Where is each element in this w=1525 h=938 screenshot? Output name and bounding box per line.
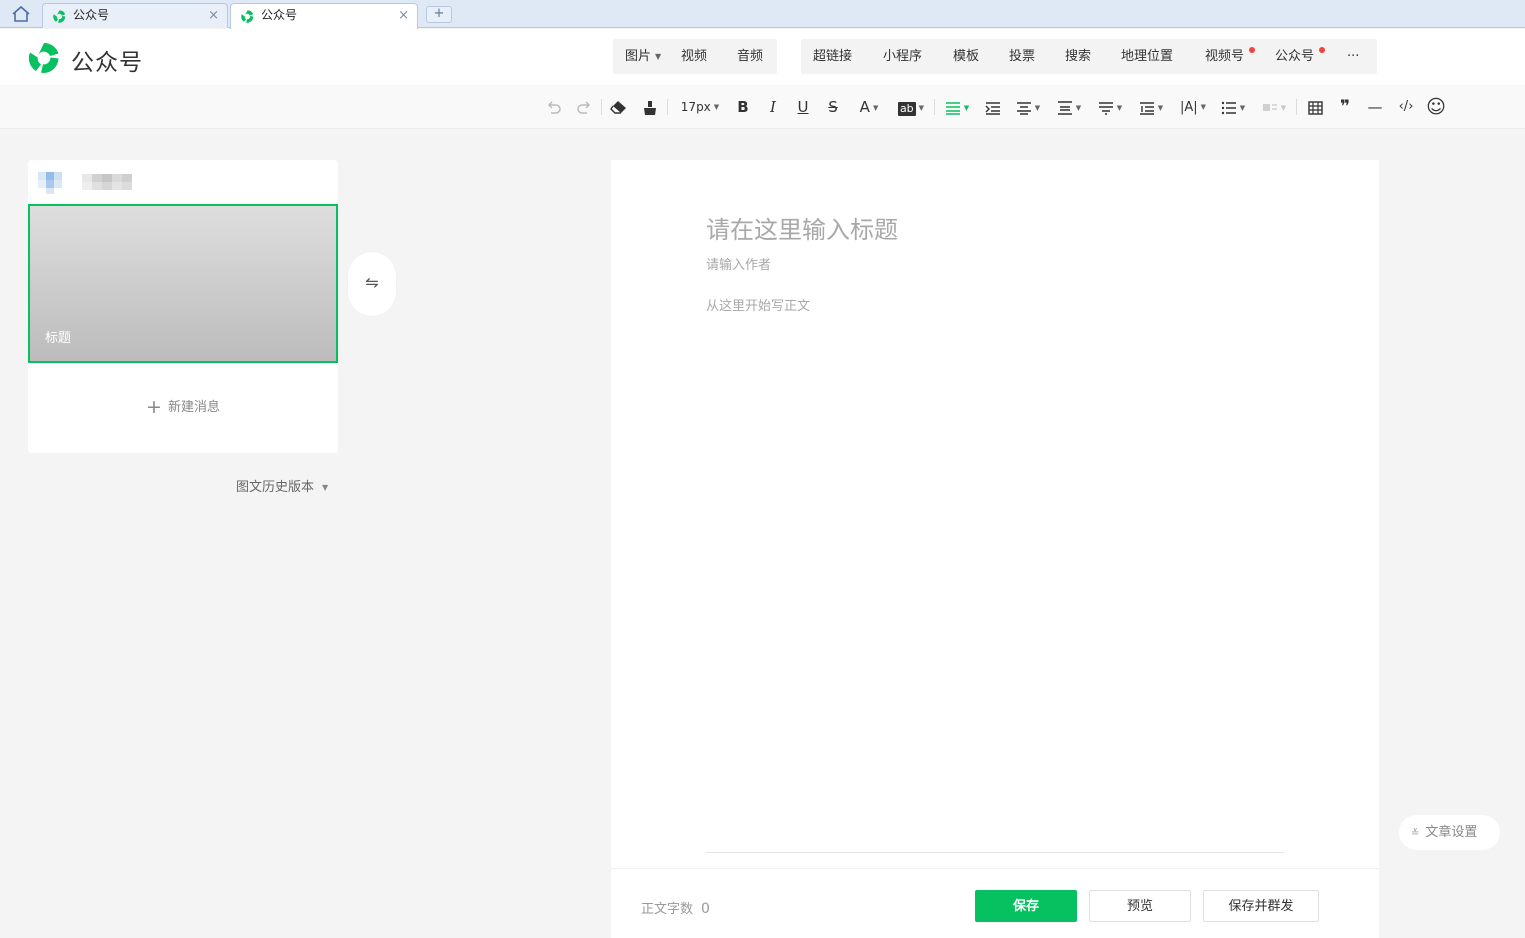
more-icon[interactable]: ···	[1347, 39, 1359, 74]
logo-icon	[27, 41, 61, 75]
chevron-down-icon: ▼	[872, 104, 879, 112]
highlight-color-button[interactable]: ab ▼	[895, 96, 927, 118]
text-indent-icon[interactable]: ▼	[1136, 96, 1166, 118]
clear-format-icon[interactable]	[608, 96, 630, 118]
chevron-down-icon: ▼	[1200, 103, 1207, 111]
letter-spacing-button[interactable]: |A| ▼	[1177, 96, 1209, 118]
footer-divider	[611, 868, 1379, 869]
wechat-mp-icon	[240, 9, 255, 24]
account-avatar-blurred	[32, 170, 144, 194]
new-badge-dot	[1249, 47, 1255, 53]
format-toolbar: 17px ▼ B I U S A ▼ ab ▼ ▼ ▼ ▼ ▼ ▼ |A| ▼ ▼ ▼ …	[0, 85, 1525, 129]
chevron-down-icon: ▼	[655, 52, 662, 61]
close-icon[interactable]: ×	[208, 4, 219, 27]
font-color-button[interactable]: A ▼	[854, 96, 884, 118]
insert-video-button[interactable]: 视频	[681, 39, 707, 74]
insert-image-button[interactable]: 图片 ▼	[625, 39, 661, 74]
format-painter-icon[interactable]	[640, 96, 660, 118]
insert-vote-button[interactable]: 投票	[1009, 39, 1035, 74]
undo-icon[interactable]	[544, 96, 564, 118]
chevron-down-icon: ▼	[918, 104, 925, 112]
editor-divider	[706, 852, 1284, 853]
chevron-down-icon: ▼	[322, 483, 329, 492]
title-input[interactable]: 请在这里输入标题	[706, 210, 898, 245]
cover-title: 标题	[45, 331, 72, 346]
chevron-down-icon: ▼	[1239, 104, 1246, 112]
font-size-select[interactable]: 17px ▼	[676, 96, 724, 118]
close-icon[interactable]: ×	[398, 4, 409, 27]
redo-icon[interactable]	[574, 96, 594, 118]
browser-tab-title: 公众号	[261, 8, 298, 22]
align-justify-button[interactable]: ▼	[942, 96, 972, 118]
browser-tab-strip: 公众号 × 公众号 × +	[0, 0, 1525, 29]
insert-channels-button[interactable]: 视频号	[1205, 39, 1244, 74]
article-cover-selected[interactable]: 标题	[28, 204, 338, 363]
save-button[interactable]: 保存	[975, 890, 1077, 922]
table-icon[interactable]	[1305, 96, 1325, 118]
emoji-button[interactable]: ☺	[1425, 96, 1447, 118]
insert-audio-button[interactable]: 音频	[737, 39, 763, 74]
brand-title: 公众号	[71, 50, 143, 76]
chevron-down-icon: ▼	[963, 104, 970, 112]
insert-location-button[interactable]: 地理位置	[1121, 39, 1173, 74]
body-editor[interactable]: 从这里开始写正文	[706, 295, 810, 314]
insert-more-group: 超链接 小程序 模板 投票 搜索 地理位置 视频号 公众号 ···	[801, 39, 1377, 74]
toolbar-divider	[667, 99, 668, 115]
italic-button[interactable]: I	[764, 96, 782, 118]
code-button[interactable]: ‹/›	[1395, 96, 1417, 118]
align-center-icon[interactable]: ▼	[1013, 96, 1043, 118]
double-chevron-down-icon: ≚	[1411, 828, 1420, 839]
indent-icon[interactable]	[983, 96, 1003, 118]
new-message-label: 新建消息	[167, 400, 220, 415]
toolbar-divider	[601, 99, 602, 115]
horizontal-rule-button[interactable]: —	[1365, 96, 1385, 118]
save-and-publish-button[interactable]: 保存并群发	[1203, 890, 1319, 922]
word-count-value: 0	[701, 901, 710, 917]
paragraph-spacing-icon[interactable]: ▼	[1054, 96, 1084, 118]
insert-link-button[interactable]: 超链接	[813, 39, 852, 74]
author-input[interactable]: 请输入作者	[706, 254, 771, 273]
article-list-card: 标题 + 新建消息	[28, 160, 338, 453]
browser-tab-title: 公众号	[73, 8, 110, 22]
chevron-down-icon: ▼	[1157, 104, 1164, 112]
bold-button[interactable]: B	[734, 96, 752, 118]
underline-button[interactable]: U	[794, 96, 812, 118]
home-icon[interactable]	[10, 5, 32, 23]
insert-search-button[interactable]: 搜索	[1065, 39, 1091, 74]
browser-tab-active[interactable]: 公众号 ×	[230, 3, 418, 29]
new-tab-button[interactable]: +	[426, 6, 452, 23]
new-badge-dot	[1319, 47, 1325, 53]
wechat-mp-icon	[52, 9, 67, 24]
insert-template-button[interactable]: 模板	[953, 39, 979, 74]
browser-tab[interactable]: 公众号 ×	[42, 3, 228, 28]
editor-panel: 请在这里输入标题 请输入作者 从这里开始写正文 正文字数 0 保存 预览 保存并群…	[611, 160, 1379, 938]
chevron-down-icon: ▼	[713, 103, 720, 111]
toolbar-divider	[934, 99, 935, 115]
line-height-icon[interactable]: ▼	[1095, 96, 1125, 118]
list-icon[interactable]: ▼	[1218, 96, 1248, 118]
image-float-icon[interactable]: ▼	[1259, 96, 1289, 118]
chevron-down-icon: ▼	[1034, 104, 1041, 112]
chevron-down-icon: ▼	[1280, 104, 1287, 112]
chevron-down-icon: ▼	[1075, 104, 1082, 112]
toolbar-divider	[1296, 99, 1297, 115]
word-count: 正文字数 0	[641, 901, 710, 917]
quote-button[interactable]: ❞	[1335, 96, 1355, 118]
header: 公众号 图片 ▼ 视频 音频 超链接 小程序 模板 投票 搜索 地理位置 视频号 …	[0, 29, 1525, 85]
plus-icon: +	[146, 396, 162, 418]
insert-media-group: 图片 ▼ 视频 音频	[613, 39, 777, 74]
chevron-down-icon: ▼	[1116, 104, 1123, 112]
new-message-button[interactable]: + 新建消息	[28, 396, 338, 418]
history-versions-dropdown[interactable]: 图文历史版本 ▼	[236, 476, 328, 495]
swap-icon[interactable]: ⇋	[348, 252, 396, 316]
preview-button[interactable]: 预览	[1089, 890, 1191, 922]
insert-miniprogram-button[interactable]: 小程序	[883, 39, 922, 74]
insert-account-button[interactable]: 公众号	[1275, 39, 1314, 74]
strikethrough-button[interactable]: S	[824, 96, 842, 118]
article-settings-button[interactable]: ≚ 文章设置	[1399, 815, 1500, 850]
